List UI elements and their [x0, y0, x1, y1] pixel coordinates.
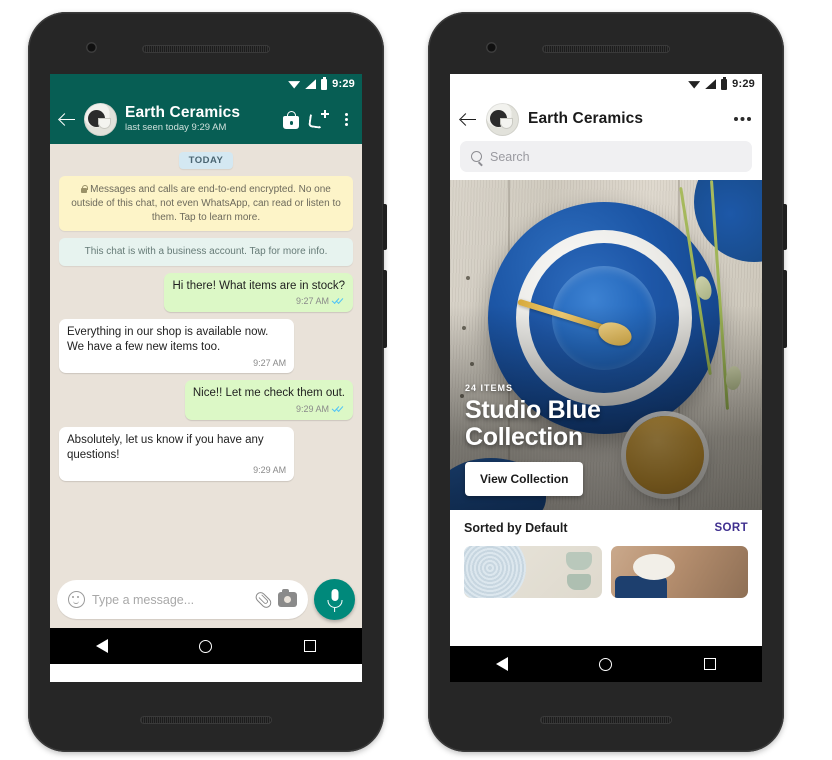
android-nav-bar — [50, 628, 362, 664]
message-input-bar: Type a message... — [50, 571, 362, 628]
signal-icon — [705, 79, 717, 89]
nav-recent-icon[interactable] — [704, 658, 717, 670]
message-input-placeholder: Type a message... — [92, 592, 195, 607]
message-meta: 9:29 AM — [193, 403, 345, 416]
message-text: Everything in our shop is available now.… — [67, 326, 269, 354]
search-icon — [471, 151, 482, 162]
power-button[interactable] — [783, 204, 787, 250]
message-time: 9:29 AM — [295, 403, 329, 414]
read-receipt-icon — [331, 296, 345, 306]
day-divider: TODAY — [178, 152, 234, 169]
microphone-button[interactable] — [314, 579, 355, 620]
battery-icon — [321, 76, 328, 90]
status-bar-left: 9:29 — [50, 74, 362, 94]
contact-name: Earth Ceramics — [125, 104, 241, 122]
view-collection-button[interactable]: View Collection — [465, 462, 584, 496]
message-time: 9:29 AM — [253, 464, 287, 475]
power-button[interactable] — [383, 204, 387, 250]
catalog-header: Earth Ceramics Search — [450, 94, 762, 180]
page-title: Earth Ceramics — [528, 110, 644, 127]
message-text: Absolutely, let us know if you have any … — [67, 433, 264, 461]
overflow-menu-icon[interactable] — [734, 117, 738, 121]
status-bar-right: 9:29 — [450, 74, 762, 94]
contact-status: last seen today 9:29 AM — [125, 121, 227, 133]
screen-left: 9:29 Earth Ceramics last seen today 9:29… — [50, 74, 362, 682]
message-bubble-incoming[interactable]: Everything in our shop is available now.… — [59, 319, 295, 374]
attachment-clip-icon[interactable] — [249, 587, 274, 612]
shopping-bag-icon[interactable] — [281, 109, 301, 130]
avatar[interactable] — [84, 102, 117, 136]
front-camera-icon — [486, 42, 497, 53]
status-clock: 9:29 — [732, 78, 755, 90]
back-arrow-icon[interactable] — [460, 111, 477, 128]
chat-contact-info[interactable]: Earth Ceramics last seen today 9:29 AM — [125, 104, 273, 134]
android-nav-bar — [450, 646, 762, 682]
battery-icon — [721, 76, 728, 90]
bottom-speaker — [540, 716, 672, 724]
front-camera-icon — [86, 42, 97, 53]
camera-icon[interactable] — [278, 589, 297, 607]
product-card[interactable] — [464, 546, 602, 598]
message-meta: 9:27 AM — [67, 358, 286, 370]
message-meta: 9:29 AM — [67, 465, 286, 477]
product-grid — [450, 546, 762, 598]
volume-button[interactable] — [783, 270, 787, 348]
message-text: Nice!! Let me check them out. — [192, 387, 345, 400]
hero-title-line1: Studio Blue — [465, 396, 601, 424]
message-time: 9:27 AM — [253, 357, 287, 368]
volume-button[interactable] — [383, 270, 387, 348]
nav-back-icon[interactable] — [495, 657, 508, 671]
sort-button[interactable]: SORT — [714, 522, 748, 534]
wifi-icon — [688, 81, 701, 89]
screen-right: 9:29 Earth Ceramics Search 24 ITEMS Stud… — [450, 74, 762, 682]
message-bubble-incoming[interactable]: Absolutely, let us know if you have any … — [59, 426, 295, 481]
business-account-notice[interactable]: This chat is with a business account. Ta… — [59, 238, 353, 267]
call-add-icon[interactable] — [308, 109, 329, 130]
nav-home-icon[interactable] — [199, 639, 213, 653]
encryption-notice[interactable]: Messages and calls are end-to-end encryp… — [59, 176, 353, 232]
encryption-notice-text: Messages and calls are end-to-end encryp… — [71, 184, 341, 223]
catalog-title-row: Earth Ceramics — [460, 100, 752, 138]
hero-content: 24 ITEMS Studio Blue Collection View Col… — [465, 383, 748, 496]
chat-header: Earth Ceramics last seen today 9:29 AM — [50, 94, 362, 144]
back-arrow-icon[interactable] — [59, 111, 76, 128]
message-bubble-outgoing[interactable]: Nice!! Let me check them out. 9:29 AM — [184, 380, 353, 420]
phone-device-right: 9:29 Earth Ceramics Search 24 ITEMS Stud… — [428, 12, 787, 752]
lock-icon — [81, 184, 89, 193]
earpiece-speaker — [142, 45, 270, 53]
avatar[interactable] — [486, 102, 519, 136]
hero-item-count: 24 ITEMS — [465, 383, 514, 393]
signal-icon — [305, 79, 317, 89]
status-clock: 9:29 — [332, 78, 355, 90]
nav-back-icon[interactable] — [95, 639, 108, 653]
nav-home-icon[interactable] — [599, 657, 613, 671]
hero-title-line2: Collection — [465, 423, 583, 451]
wifi-icon — [288, 81, 301, 89]
screenshot-stage: 9:29 Earth Ceramics last seen today 9:29… — [0, 0, 832, 760]
message-bubble-outgoing[interactable]: Hi there! What items are in stock? 9:27 … — [164, 273, 353, 313]
collection-hero-banner[interactable]: 24 ITEMS Studio Blue Collection View Col… — [450, 180, 762, 510]
sort-row: Sorted by Default SORT — [450, 510, 762, 546]
message-input-field[interactable]: Type a message... — [57, 580, 308, 619]
search-input[interactable]: Search — [460, 141, 752, 172]
search-placeholder: Search — [490, 149, 530, 164]
emoji-icon[interactable] — [68, 591, 85, 608]
message-meta: 9:27 AM — [172, 296, 345, 308]
sort-label: Sorted by Default — [464, 521, 568, 535]
phone-device-left: 9:29 Earth Ceramics last seen today 9:29… — [28, 12, 387, 752]
bottom-speaker — [140, 716, 272, 724]
earpiece-speaker — [542, 45, 670, 53]
overflow-menu-icon[interactable] — [337, 109, 353, 130]
read-receipt-icon — [331, 403, 345, 414]
product-card[interactable] — [610, 546, 748, 598]
nav-recent-icon[interactable] — [304, 640, 317, 652]
chat-message-list[interactable]: TODAY Messages and calls are end-to-end … — [50, 144, 362, 571]
message-text: Hi there! What items are in stock? — [172, 280, 345, 293]
message-time: 9:27 AM — [295, 296, 329, 307]
